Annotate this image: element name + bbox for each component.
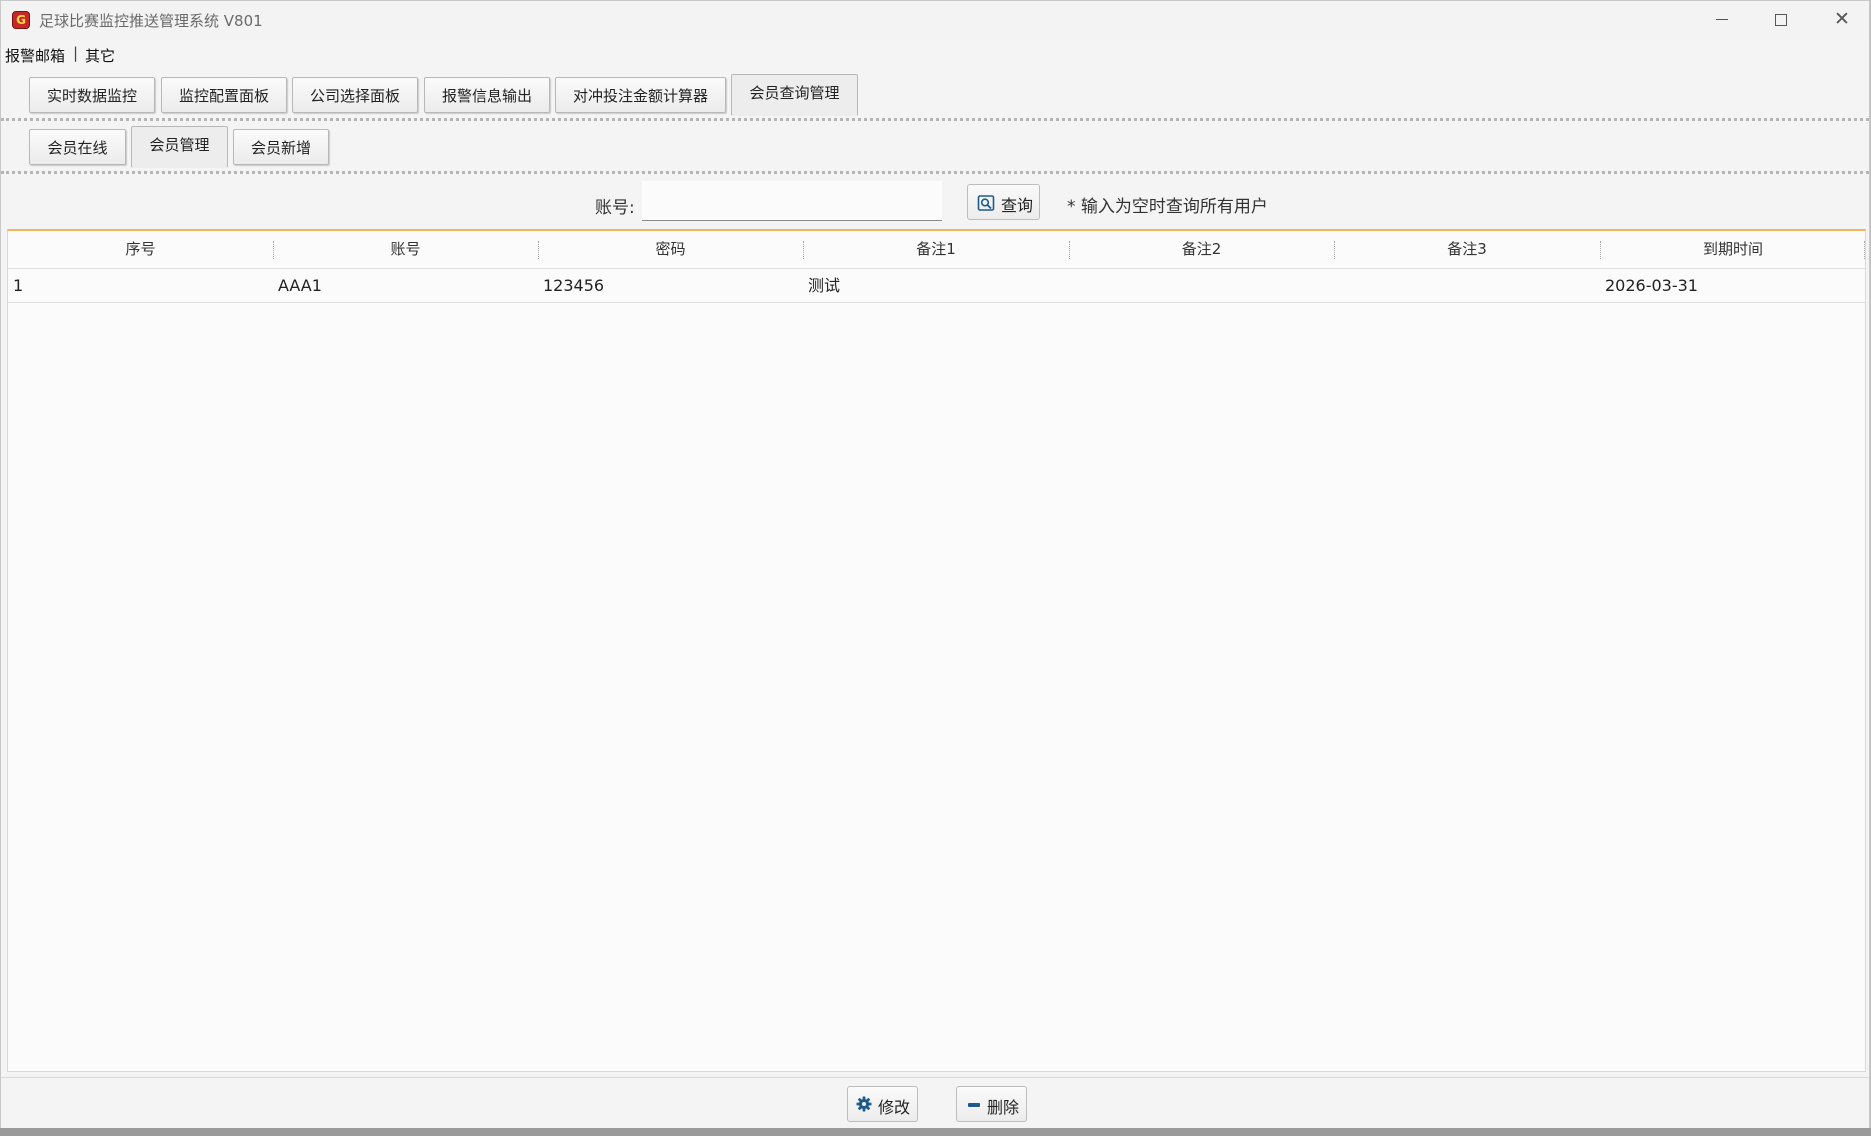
tab-hedge-calculator[interactable]: 对冲投注金额计算器 [555, 77, 726, 113]
taskbar-edge [0, 1128, 1871, 1136]
tab-realtime-monitor[interactable]: 实时数据监控 [29, 77, 155, 113]
member-table[interactable]: 序号 账号 密码 备注1 备注2 备注3 到期时间 1 AAA1 123456 … [7, 229, 1866, 1072]
tab-member-add[interactable]: 会员新增 [233, 129, 329, 165]
member-manage-panel: 账号: 查询 * 输入为空时查询所有用户 序号 账号 密码 备注1 备注2 备注… [1, 176, 1869, 1076]
menu-separator: | [73, 44, 79, 62]
table-header: 序号 账号 密码 备注1 备注2 备注3 到期时间 [8, 231, 1865, 269]
column-divider[interactable] [1864, 241, 1865, 259]
tab-monitor-config[interactable]: 监控配置面板 [161, 77, 287, 113]
edit-button[interactable]: 修改 [847, 1086, 918, 1122]
tab-member-online[interactable]: 会员在线 [29, 129, 126, 165]
account-search-input[interactable] [642, 181, 942, 221]
action-bar: 修改 删除 [1, 1077, 1869, 1128]
cell-password: 123456 [543, 276, 605, 295]
cell-note1: 测试 [808, 276, 841, 295]
close-icon: ✕ [1834, 8, 1850, 30]
account-label: 账号: [595, 198, 635, 218]
tab-alarm-output[interactable]: 报警信息输出 [424, 77, 550, 113]
column-header-password[interactable]: 密码 [538, 231, 803, 268]
maximize-button[interactable] [1752, 1, 1810, 39]
main-tab-strip: 实时数据监控 监控配置面板 公司选择面板 报警信息输出 对冲投注金额计算器 会员… [1, 69, 1869, 121]
table-row[interactable]: 1 AAA1 123456 测试 2026-03-31 [8, 269, 1865, 303]
tab-member-manage[interactable]: 会员管理 [131, 126, 228, 168]
delete-button[interactable]: 删除 [956, 1086, 1027, 1122]
menu-alarm-mailbox[interactable]: 报警邮箱 [5, 45, 65, 66]
column-header-expire-date[interactable]: 到期时间 [1600, 231, 1866, 268]
gear-icon [856, 1096, 872, 1112]
tab-company-select[interactable]: 公司选择面板 [292, 77, 418, 113]
app-logo-icon: G [12, 11, 30, 29]
tab-member-query[interactable]: 会员查询管理 [731, 74, 858, 116]
column-header-account[interactable]: 账号 [273, 231, 538, 268]
minimize-button[interactable] [1693, 1, 1751, 39]
window-title: 足球比赛监控推送管理系统 V801 [39, 12, 263, 30]
column-header-note3[interactable]: 备注3 [1334, 231, 1600, 268]
close-button[interactable]: ✕ [1812, 1, 1870, 39]
edit-button-label: 修改 [878, 1098, 911, 1117]
query-button[interactable]: 查询 [967, 184, 1040, 220]
delete-button-label: 删除 [987, 1098, 1020, 1117]
maximize-icon [1775, 14, 1787, 26]
minimize-icon [1716, 19, 1728, 20]
column-header-note1[interactable]: 备注1 [803, 231, 1069, 268]
query-hint-text: * 输入为空时查询所有用户 [1067, 197, 1268, 217]
minus-icon [968, 1103, 980, 1107]
cell-index: 1 [13, 276, 24, 295]
cell-account: AAA1 [278, 276, 322, 295]
column-header-note2[interactable]: 备注2 [1069, 231, 1334, 268]
sub-tab-strip: 会员在线 会员管理 会员新增 [1, 121, 1869, 174]
search-icon [977, 195, 995, 211]
column-header-index[interactable]: 序号 [8, 231, 273, 268]
query-button-label: 查询 [1001, 196, 1034, 215]
menu-other[interactable]: 其它 [85, 45, 115, 66]
title-bar[interactable]: G 足球比赛监控推送管理系统 V801 ✕ [1, 1, 1869, 39]
cell-expire-date: 2026-03-31 [1605, 276, 1698, 295]
app-window: G 足球比赛监控推送管理系统 V801 ✕ 报警邮箱 | 其它 实时数据监控 监… [0, 0, 1870, 1128]
